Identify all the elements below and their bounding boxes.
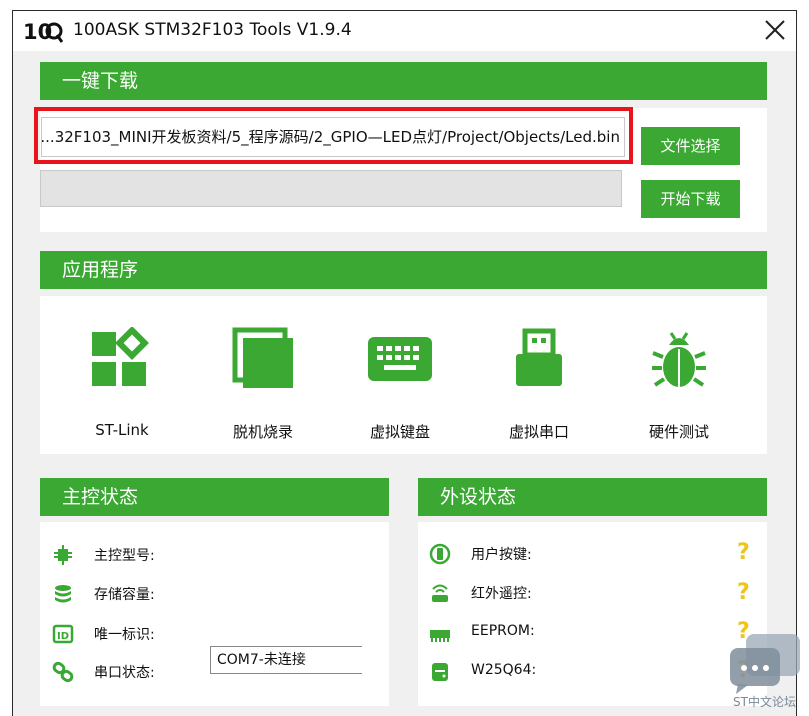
bug-icon [652,332,706,387]
id-icon: ID [52,624,74,644]
app-virtual-keyboard[interactable]: 虚拟键盘 [345,327,455,442]
title-bar: 10 100ASK STM32F103 Tools V1.9.4 [13,11,796,51]
memory-icon [430,630,450,642]
app-label: ST-Link [95,421,149,439]
app-st-link[interactable]: ST-Link [67,327,177,439]
st-link-icon [92,327,149,386]
offline-burn-icon [232,327,293,388]
usb-icon [516,328,562,386]
highlight-box [34,107,633,164]
button-icon [429,543,451,565]
download-section-header: 一键下载 [40,62,767,100]
chip-icon [54,545,72,565]
link-icon [52,661,74,683]
status-row-storage: 存储容量: [52,581,372,607]
close-icon[interactable] [762,17,788,43]
status-row-unique-id: ID 唯一标识: [52,621,372,647]
status-row-w25q64: W25Q64: [429,659,749,685]
status-row-user-button: 用户按键: [429,541,749,567]
database-icon [55,585,71,603]
flash-icon [432,663,448,681]
user-button-status: ? [737,540,750,565]
window-title: 100ASK STM32F103 Tools V1.9.4 [73,20,352,40]
com-port-status-field[interactable]: COM7-未连接 [210,646,362,674]
app-label: 硬件测试 [648,423,709,441]
keyboard-icon [368,337,432,381]
app-logo-icon: 10 [23,20,63,44]
svg-text:ID: ID [57,631,69,642]
watermark-text: ST中文论坛 [733,695,796,709]
app-virtual-serial[interactable]: 虚拟串口 [484,327,594,442]
app-label: 虚拟键盘 [369,423,430,441]
infrared-icon [432,584,448,602]
apps-section-header: 应用程序 [40,251,767,289]
infrared-status: ? [737,580,750,605]
status-row-infrared: 红外遥控: [429,580,749,606]
select-file-button[interactable]: 文件选择 [641,127,740,165]
app-label: 脱机烧录 [232,423,293,441]
master-status-header: 主控状态 [40,478,389,516]
peripheral-status-header: 外设状态 [418,478,767,516]
status-row-eeprom: EEPROM: [429,620,749,646]
app-hardware-test[interactable]: 硬件测试 [624,327,734,442]
status-row-chip-model: 主控型号: [52,542,372,568]
start-download-button[interactable]: 开始下载 [641,180,740,218]
app-offline-burn[interactable]: 脱机烧录 [208,327,318,442]
download-progress-bar [40,170,622,207]
app-label: 虚拟串口 [508,423,569,441]
